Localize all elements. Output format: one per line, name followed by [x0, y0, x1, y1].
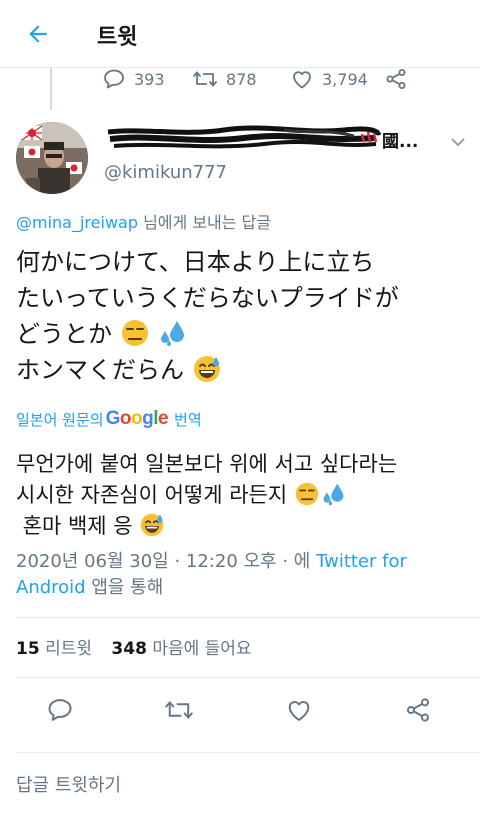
author-avatar[interactable] — [16, 122, 88, 194]
previous-reply-count: 393 — [134, 69, 165, 89]
reply-icon — [104, 69, 124, 89]
tweet-text-segment: どうとか — [16, 320, 112, 348]
tweet-text-line-with-emoji: どうとか — [16, 316, 471, 352]
reply-icon — [48, 699, 72, 721]
grinning-face-with-sweat-emoji — [141, 513, 164, 537]
page-title: 트윗 — [97, 25, 138, 50]
compose-divider — [16, 752, 480, 753]
arrow-left-icon — [29, 25, 47, 43]
previous-tweet-actions: 393 878 3,794 — [100, 64, 430, 94]
likes-label: 마음에 들어요 — [152, 639, 252, 659]
translated-text-line: 무언가에 붙여 일본보다 위에 서고 싶다라는 — [16, 452, 398, 476]
previous-like-button[interactable]: 3,794 — [290, 64, 368, 94]
stats-bottom-divider — [16, 677, 480, 678]
share-icon — [406, 698, 430, 722]
tweet-action-bar — [0, 690, 480, 730]
tweet-text-line: たいっていうくだらないプライドが — [16, 284, 399, 312]
retweets-stat[interactable]: 15 리트윗 — [16, 639, 92, 659]
grinning-face-with-sweat-emoji — [193, 356, 220, 382]
translated-by-google-link[interactable]: 일본어 원문의 Google 번역 — [16, 408, 202, 430]
translate-suffix: 번역 — [174, 410, 202, 429]
translate-prefix: 일본어 원문의 — [16, 410, 104, 429]
previous-retweet-count: 878 — [226, 69, 257, 89]
tweet-text-line: 何かにつけて、日本より上に立ち — [16, 248, 375, 276]
tweet-source-suffix: 앱을 통해 — [85, 577, 164, 598]
author-handle[interactable]: @kimikun777 — [104, 162, 227, 183]
tweet-text-line-with-emoji: ホンマくだらん — [16, 352, 471, 388]
previous-share-button[interactable] — [384, 64, 408, 94]
retweet-button[interactable] — [163, 694, 195, 726]
previous-retweet-button[interactable]: 878 — [192, 64, 257, 94]
reply-compose-field[interactable]: 답글 트윗하기 — [16, 771, 121, 797]
retweet-icon — [164, 701, 194, 719]
tweet-stats: 15 리트윗 348 마음에 들어요 — [16, 634, 252, 659]
name-redaction-scribble — [107, 125, 382, 149]
translated-text-line-with-emoji: 혼마 백제 응 — [16, 511, 471, 542]
likes-count: 348 — [111, 639, 147, 659]
heart-icon — [293, 71, 311, 89]
retweet-icon — [192, 71, 218, 87]
stats-top-divider — [16, 617, 480, 618]
tweet-timestamp: 2020년 06월 30일 · 12:20 오후 · 에 — [16, 551, 317, 572]
reply-to-line: @mina_jreiwap 님에게 보내는 답글 — [16, 209, 271, 233]
like-button[interactable] — [283, 694, 315, 726]
top-app-bar: 트윗 — [0, 0, 480, 66]
google-logo: Google — [105, 408, 169, 429]
chevron-down-icon — [451, 138, 465, 147]
previous-reply-button[interactable]: 393 — [102, 64, 165, 94]
back-button[interactable] — [22, 18, 54, 50]
share-button[interactable] — [402, 694, 434, 726]
tweet-text-segment: ホンマくだらん — [16, 356, 184, 384]
translated-text-segment: 시시한 자존심이 어떻게 라든지 — [16, 483, 288, 507]
share-icon — [386, 69, 406, 89]
sweat-droplets-emoji — [323, 483, 344, 506]
translated-text: 무언가에 붙여 일본보다 위에 서고 싶다라는 시시한 자존심이 어떻게 라든지… — [16, 449, 471, 542]
translated-text-segment: 혼마 백제 응 — [16, 514, 133, 538]
retweets-label: 리트윗 — [45, 639, 92, 659]
reply-to-mention[interactable]: @mina_jreiwap — [16, 213, 138, 232]
reply-button[interactable] — [44, 694, 76, 726]
reply-to-suffix: 님에게 보내는 답글 — [137, 213, 272, 232]
unamused-face-emoji — [295, 482, 319, 506]
retweets-count: 15 — [16, 639, 40, 659]
previous-like-count: 3,794 — [322, 69, 368, 89]
unamused-face-emoji — [121, 320, 148, 346]
translated-text-line-with-emoji: 시시한 자존심이 어떻게 라든지 — [16, 480, 471, 511]
tweet-meta: 2020년 06월 30일 · 12:20 오후 · 에 Twitter for… — [16, 549, 471, 601]
likes-stat[interactable]: 348 마음에 들어요 — [111, 639, 251, 659]
tweet-text: 何かにつけて、日本より上に立ち たいっていうくだらないプライドが どうとか ホン… — [16, 244, 471, 388]
tweet-options-button[interactable] — [446, 130, 470, 154]
thread-connector-line — [50, 68, 52, 110]
sweat-droplets-emoji — [161, 321, 185, 346]
heart-icon — [288, 701, 310, 721]
